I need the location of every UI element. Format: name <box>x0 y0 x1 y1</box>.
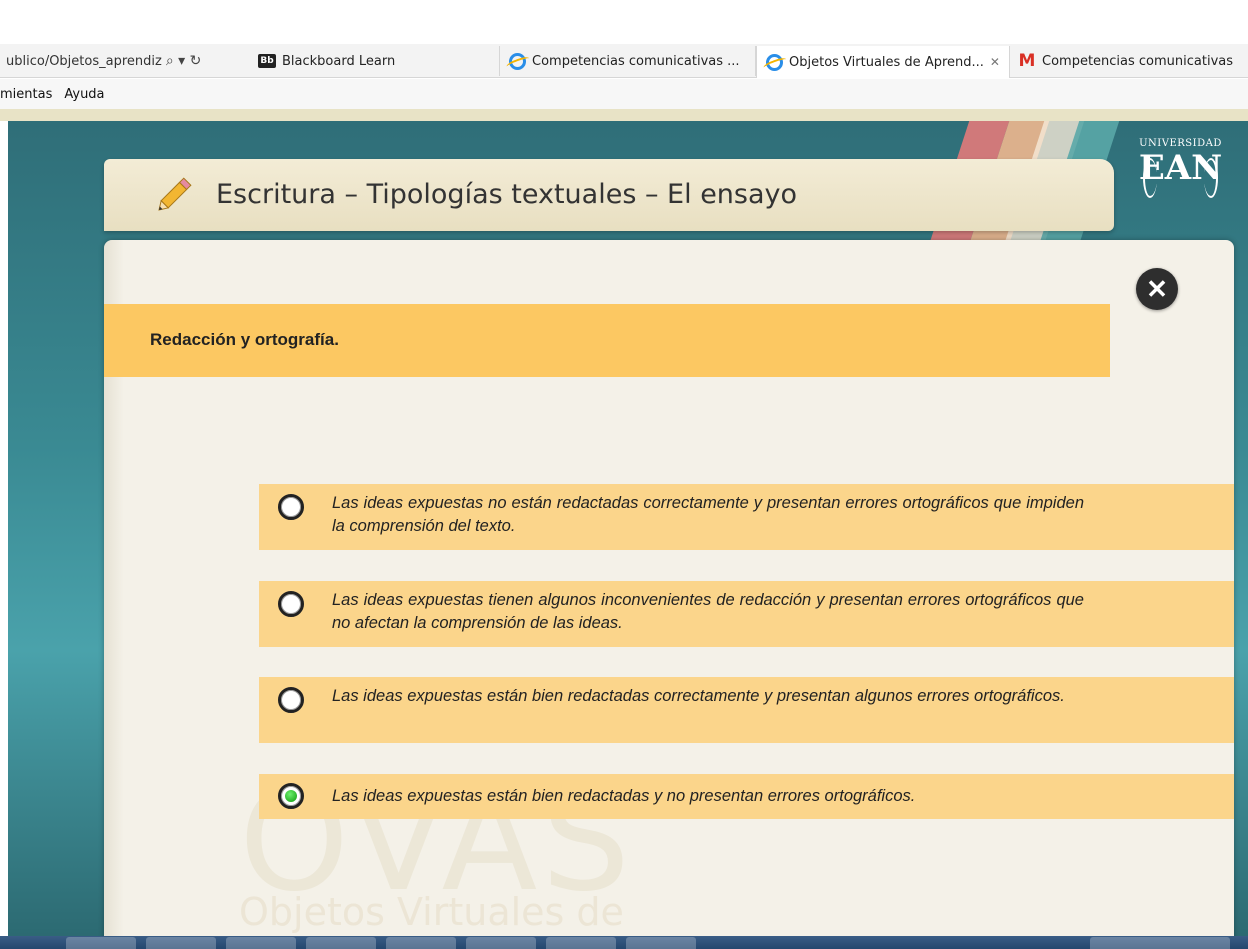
radio-button[interactable] <box>278 687 304 713</box>
laurel-icon <box>1143 158 1157 198</box>
taskbar-button[interactable] <box>386 937 456 949</box>
answer-text: Las ideas expuestas están bien redactada… <box>332 687 1065 705</box>
answer-option-3[interactable]: Las ideas expuestas están bien redactada… <box>259 677 1234 743</box>
tab-objetos-virtuales[interactable]: Objetos Virtuales de Aprend... ✕ <box>756 46 1010 78</box>
answer-text: Las ideas expuestas no están redactadas … <box>332 494 1084 535</box>
internet-explorer-icon <box>765 53 783 71</box>
lesson-title-bar: Escritura – Tipologías textuales – El en… <box>104 159 1114 231</box>
answer-option-1[interactable]: Las ideas expuestas no están redactadas … <box>259 484 1234 550</box>
taskbar-button[interactable] <box>466 937 536 949</box>
answer-option-2[interactable]: Las ideas expuestas tienen algunos incon… <box>259 581 1234 647</box>
tab-label: Competencias comunicativas ... <box>532 53 740 69</box>
page-top-strip <box>0 109 1248 121</box>
tab-label: Objetos Virtuales de Aprend... <box>789 54 984 70</box>
gmail-icon: M <box>1018 51 1036 71</box>
radio-button-selected[interactable] <box>278 783 304 809</box>
lesson-title: Escritura – Tipologías textuales – El en… <box>216 179 798 210</box>
tab-label: Competencias comunicativas <box>1042 53 1234 69</box>
course-stage: UNIVERSIDAD EAN Escritura – Tipologías t… <box>8 121 1248 936</box>
system-tray[interactable] <box>1090 937 1230 949</box>
close-tab-icon[interactable]: ✕ <box>990 55 1000 69</box>
menu-bar: mientas Ayuda <box>0 79 1248 109</box>
radio-button[interactable] <box>278 494 304 520</box>
taskbar-button[interactable] <box>626 937 696 949</box>
close-button[interactable]: ✕ <box>1136 268 1178 310</box>
tab-blackboard-learn[interactable]: Bb Blackboard Learn <box>250 46 500 76</box>
tab-label: Blackboard Learn <box>282 53 396 69</box>
tab-competencias-1[interactable]: Competencias comunicativas ... <box>500 46 756 76</box>
tab-competencias-gmail[interactable]: M Competencias comunicativas <box>1010 46 1248 76</box>
menu-item-ayuda[interactable]: Ayuda <box>64 87 104 102</box>
menu-item-herramientas[interactable]: mientas <box>0 87 52 102</box>
ean-university-logo: UNIVERSIDAD EAN <box>1133 138 1228 218</box>
browser-tab-bar: ublico/Objetos_aprendiz ⌕ ▾ ↻ Bb Blackbo… <box>0 44 1248 78</box>
taskbar-button[interactable] <box>546 937 616 949</box>
answer-text: Las ideas expuestas tienen algunos incon… <box>332 591 1084 632</box>
window-top-blank <box>0 0 1248 44</box>
blackboard-icon: Bb <box>258 52 276 70</box>
radio-button[interactable] <box>278 591 304 617</box>
section-title: Redacción y ortografía. <box>150 330 339 349</box>
address-controls[interactable]: ⌕ ▾ ↻ <box>166 53 202 69</box>
address-bar[interactable]: ublico/Objetos_aprendiz ⌕ ▾ ↻ <box>0 48 245 74</box>
answer-text: Las ideas expuestas están bien redactada… <box>332 787 916 805</box>
address-url[interactable]: ublico/Objetos_aprendiz <box>0 54 162 69</box>
laurel-icon <box>1204 158 1218 198</box>
taskbar-button[interactable] <box>306 937 376 949</box>
taskbar-button[interactable] <box>146 937 216 949</box>
internet-explorer-icon <box>508 52 526 70</box>
taskbar-button[interactable] <box>226 937 296 949</box>
pencil-icon <box>158 177 192 211</box>
close-icon: ✕ <box>1146 273 1168 304</box>
question-panel: OVAS Objetos Virtuales de ✕ Redacción y … <box>104 240 1234 936</box>
answer-option-4[interactable]: Las ideas expuestas están bien redactada… <box>259 774 1234 819</box>
taskbar-button[interactable] <box>66 937 136 949</box>
watermark-subtitle: Objetos Virtuales de <box>239 890 624 934</box>
section-header: Redacción y ortografía. <box>104 304 1110 377</box>
windows-taskbar <box>0 936 1248 949</box>
